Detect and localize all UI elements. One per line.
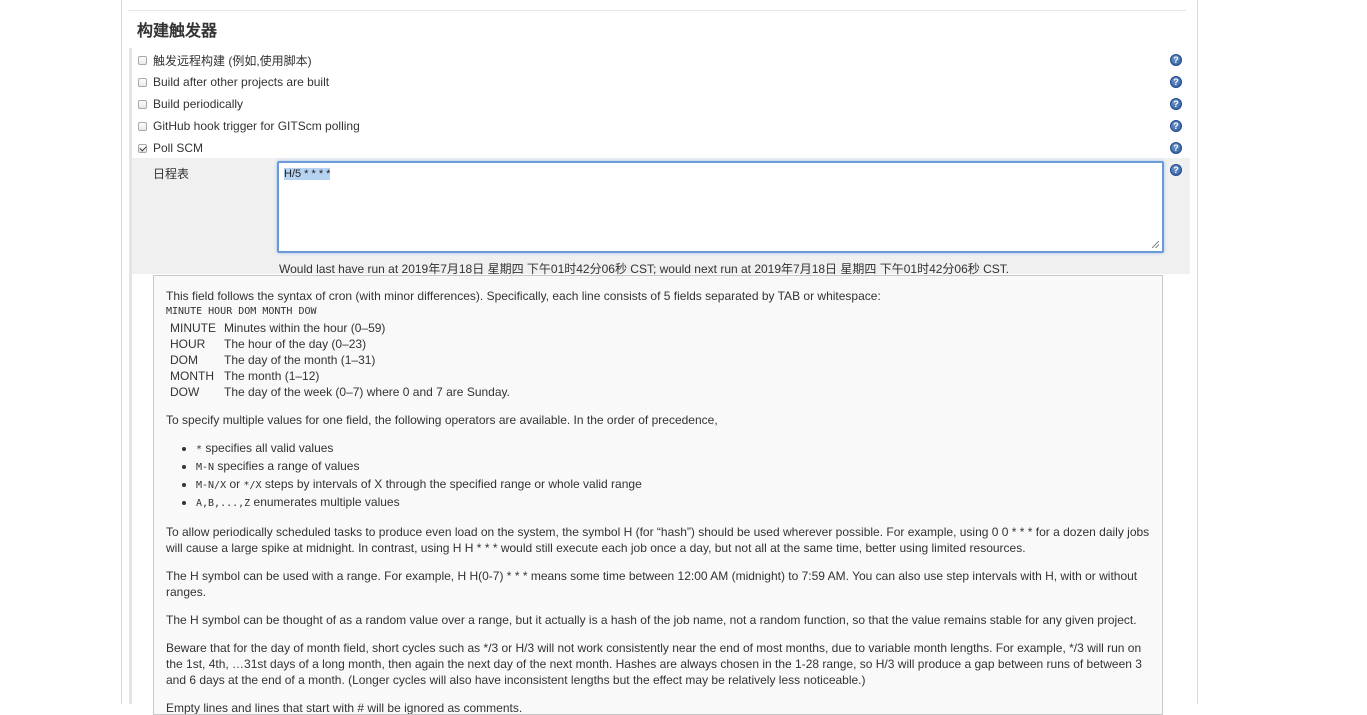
field-desc: The day of the week (0–7) where 0 and 7 …	[224, 385, 510, 399]
field-name: MINUTE	[170, 321, 216, 335]
operator-text: specifies all valid values	[202, 441, 334, 455]
trigger-poll-scm-checkbox[interactable]	[138, 144, 147, 153]
field-desc: The hour of the day (0–23)	[224, 337, 367, 351]
trigger-github-hook-label[interactable]: GitHub hook trigger for GITScm polling	[153, 119, 360, 133]
field-desc: The month (1–12)	[224, 369, 320, 383]
question-mark-icon[interactable]: ?	[1170, 120, 1182, 132]
list-item: * specifies all valid values	[196, 440, 1150, 458]
operator-code: */X	[243, 480, 262, 491]
field-name: DOW	[170, 385, 200, 399]
section-title: 构建触发器	[137, 23, 218, 40]
field-desc: The day of the month (1–31)	[224, 353, 376, 367]
question-mark-icon[interactable]: ?	[1170, 54, 1182, 66]
help-operators-list: * specifies all valid values M-N specifi…	[166, 440, 1150, 512]
table-row: DOM The day of the month (1–31)	[166, 352, 514, 368]
help-fields-table: MINUTE Minutes within the hour (0–59) HO…	[166, 320, 514, 400]
trigger-remote-row[interactable]: 触发远程构建 (例如,使用脚本)	[138, 51, 1188, 69]
table-row: MINUTE Minutes within the hour (0–59)	[166, 320, 514, 336]
trigger-poll-scm-label[interactable]: Poll SCM	[153, 141, 203, 155]
trigger-periodic-label[interactable]: Build periodically	[153, 97, 243, 111]
question-mark-icon[interactable]: ?	[1170, 98, 1182, 110]
help-operators-intro: To specify multiple values for one field…	[166, 413, 718, 427]
question-mark-icon[interactable]: ?	[1170, 164, 1182, 176]
trigger-github-hook-row[interactable]: GitHub hook trigger for GITScm polling	[138, 117, 1188, 135]
schedule-textarea[interactable]: H/5 * * * *	[277, 161, 1164, 253]
trigger-after-other-checkbox[interactable]	[138, 78, 147, 87]
help-hash-paragraph: To allow periodically scheduled tasks to…	[166, 525, 1150, 555]
operator-code: M-N/X	[196, 480, 227, 491]
list-item: M-N/X or */X steps by intervals of X thr…	[196, 476, 1150, 494]
trigger-remote-label[interactable]: 触发远程构建 (例如,使用脚本)	[153, 52, 312, 69]
schedule-label: 日程表	[153, 167, 190, 181]
table-row: DOW The day of the week (0–7) where 0 an…	[166, 384, 514, 400]
panel-left-border	[121, 0, 122, 704]
field-name: HOUR	[170, 337, 206, 351]
trigger-github-hook-checkbox[interactable]	[138, 122, 147, 131]
table-row: MONTH The month (1–12)	[166, 368, 514, 384]
help-hash-random-paragraph: The H symbol can be thought of as a rand…	[166, 613, 1137, 627]
operator-text: specifies a range of values	[214, 459, 360, 473]
help-intro: This field follows the syntax of cron (w…	[166, 289, 881, 303]
question-mark-icon[interactable]: ?	[1170, 76, 1182, 88]
operator-text: enumerates multiple values	[250, 495, 400, 509]
operator-code: A,B,...,Z	[196, 498, 251, 509]
trigger-remote-checkbox[interactable]	[138, 56, 147, 65]
list-item: A,B,...,Z enumerates multiple values	[196, 494, 1150, 512]
panel-right-border	[1197, 0, 1198, 704]
trigger-after-other-label[interactable]: Build after other projects are built	[153, 75, 329, 89]
trigger-periodic-row[interactable]: Build periodically	[138, 95, 1188, 113]
schedule-value[interactable]: H/5 * * * *	[284, 168, 331, 180]
operator-text: steps by intervals of X through the spec…	[261, 477, 642, 491]
operator-mid: or	[226, 477, 244, 491]
table-row: HOUR The hour of the day (0–23)	[166, 336, 514, 352]
field-name: MONTH	[170, 369, 214, 383]
section-divider	[128, 10, 1186, 11]
trigger-poll-scm-row[interactable]: Poll SCM	[138, 139, 1188, 157]
trigger-after-other-row[interactable]: Build after other projects are built	[138, 73, 1188, 91]
resize-grip-icon[interactable]	[1152, 241, 1159, 248]
help-syntax-line: MINUTE HOUR DOM MONTH DOW	[166, 306, 317, 317]
field-name: DOM	[170, 353, 198, 367]
help-beware-paragraph: Beware that for the day of month field, …	[166, 641, 1142, 687]
help-empty-lines-paragraph: Empty lines and lines that start with # …	[166, 701, 523, 715]
help-hash-range-paragraph: The H symbol can be used with a range. F…	[166, 569, 1138, 599]
section-group-bar	[129, 48, 132, 704]
operator-code: M-N	[196, 462, 215, 473]
schedule-help-panel: This field follows the syntax of cron (w…	[153, 275, 1163, 715]
list-item: M-N specifies a range of values	[196, 458, 1150, 476]
question-mark-icon[interactable]: ?	[1170, 142, 1182, 154]
field-desc: Minutes within the hour (0–59)	[224, 321, 386, 335]
trigger-periodic-checkbox[interactable]	[138, 100, 147, 109]
